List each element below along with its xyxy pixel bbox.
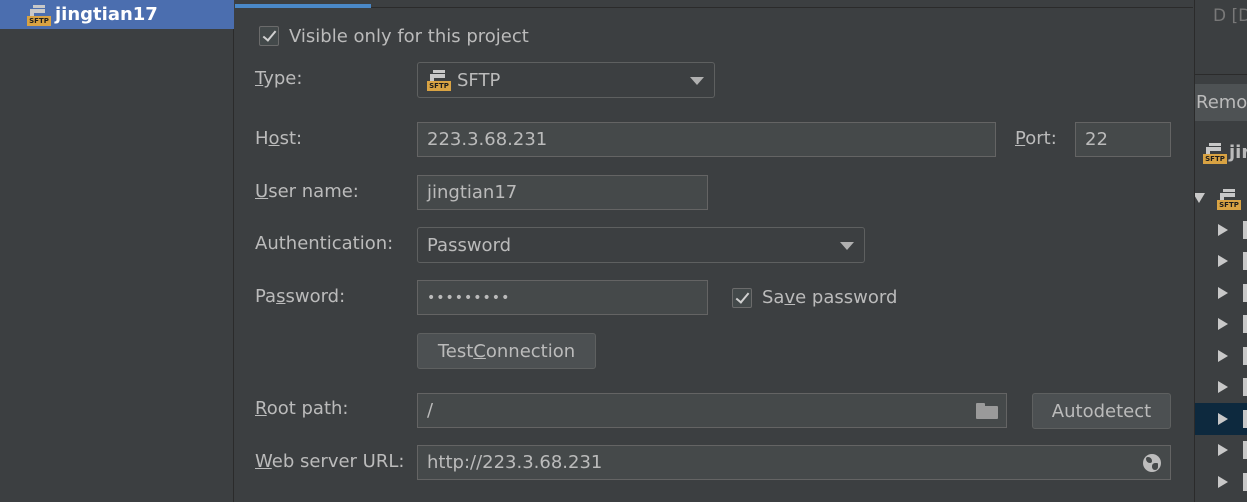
remote-host-panel: D [D Remot SFTP jir SFTP (1194, 0, 1247, 502)
remote-host-header[interactable]: Remot (1195, 84, 1247, 121)
sftp-server-icon: SFTP (27, 4, 51, 26)
visible-only-label[interactable]: Visible only for this project (289, 26, 529, 48)
sftp-root-icon: SFTP (1217, 188, 1241, 210)
password-input[interactable]: ••••••••• (417, 280, 708, 315)
port-label: Port: (1015, 128, 1057, 149)
collapsed-arrow-icon[interactable] (1218, 287, 1228, 299)
collapsed-arrow-icon[interactable] (1218, 350, 1228, 362)
tree-node[interactable] (1243, 347, 1247, 365)
server-list-panel: SFTP jingtian17 (0, 0, 234, 502)
tree-node[interactable] (1243, 473, 1247, 491)
sftp-server-icon: SFTP (1203, 142, 1227, 164)
type-label: Type: (255, 68, 303, 89)
tree-node[interactable] (1243, 284, 1247, 302)
password-label: Password: (255, 286, 346, 307)
test-connection-button[interactable]: Test Connection (417, 333, 596, 369)
chevron-down-icon[interactable] (840, 242, 854, 250)
host-label: Host: (255, 128, 303, 149)
globe-icon[interactable] (1143, 454, 1161, 472)
chevron-down-icon[interactable] (690, 77, 704, 85)
remote-host-title: Remot (1196, 92, 1247, 113)
username-label: User name: (255, 181, 359, 202)
collapsed-arrow-icon[interactable] (1218, 224, 1228, 236)
collapsed-arrow-icon[interactable] (1218, 444, 1228, 456)
port-input[interactable]: 22 (1075, 122, 1171, 157)
visible-only-checkbox[interactable] (259, 26, 279, 46)
type-value: SFTP (457, 69, 501, 91)
panel-top-label: D [D (1213, 6, 1247, 26)
autodetect-button[interactable]: Autodetect (1032, 393, 1171, 429)
collapsed-arrow-icon[interactable] (1218, 476, 1228, 488)
save-password-checkbox[interactable] (732, 288, 752, 308)
root-path-input[interactable]: / (417, 393, 1007, 428)
expand-arrow-icon[interactable] (1195, 193, 1205, 203)
collapsed-arrow-icon[interactable] (1218, 381, 1228, 393)
authentication-dropdown[interactable]: Password (417, 227, 865, 263)
authentication-value: Password (427, 234, 512, 256)
tree-node[interactable] (1243, 221, 1247, 239)
remote-host-tree: SFTP jir SFTP (1195, 122, 1247, 502)
collapsed-arrow-icon[interactable] (1218, 255, 1228, 267)
host-input[interactable]: 223.3.68.231 (417, 122, 996, 157)
username-input[interactable]: jingtian17 (417, 175, 708, 210)
tree-node[interactable] (1243, 315, 1247, 333)
authentication-label: Authentication: (255, 233, 394, 254)
server-name: jingtian17 (55, 4, 158, 25)
tree-node[interactable] (1243, 410, 1247, 428)
web-server-url-label: Web server URL: (255, 451, 405, 472)
collapsed-arrow-icon[interactable] (1218, 413, 1228, 425)
folder-icon[interactable] (976, 403, 998, 419)
panel-top-area: D [D (1195, 0, 1247, 75)
root-path-label: Root path: (255, 398, 349, 419)
active-tab-indicator[interactable] (235, 4, 371, 8)
connection-settings-panel: Visible only for this project Type: SFTP… (235, 0, 1193, 502)
tab-strip (235, 0, 1193, 8)
collapsed-arrow-icon[interactable] (1218, 318, 1228, 330)
tree-node[interactable] (1243, 441, 1247, 459)
tree-server-label[interactable]: jir (1229, 142, 1247, 163)
sftp-icon: SFTP (427, 69, 451, 91)
web-server-url-input[interactable]: http://223.3.68.231 (417, 445, 1171, 480)
tree-node[interactable] (1243, 378, 1247, 396)
type-dropdown[interactable]: SFTP SFTP (417, 62, 715, 98)
root-path-value: / (427, 400, 434, 421)
server-list-item[interactable]: SFTP jingtian17 (0, 0, 234, 29)
save-password-label[interactable]: Save password (762, 287, 897, 309)
web-server-url-value: http://223.3.68.231 (427, 452, 603, 473)
tree-node[interactable] (1243, 252, 1247, 270)
